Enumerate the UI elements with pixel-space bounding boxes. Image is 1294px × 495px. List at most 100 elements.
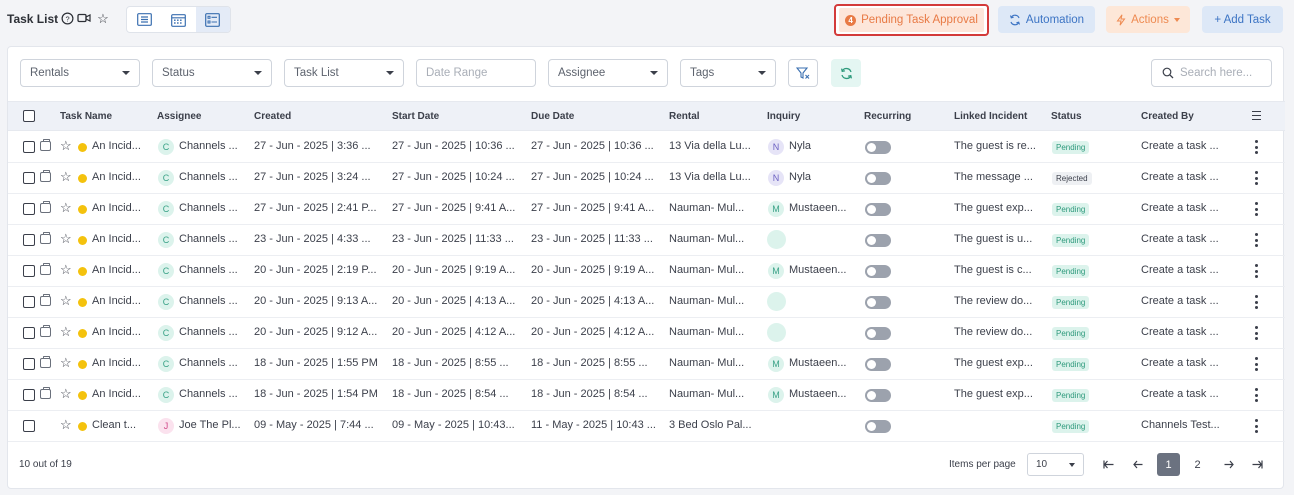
task-name[interactable]: An Incid... (92, 388, 150, 400)
recurring-toggle[interactable] (865, 234, 891, 247)
favorite-star-icon[interactable]: ☆ (60, 293, 72, 309)
previous-page-button[interactable] (1126, 453, 1149, 476)
select-all-checkbox[interactable] (23, 110, 35, 122)
table-row[interactable]: ☆ An Incid... C Channels ... 18 - Jun - 2025… (8, 380, 1285, 411)
recurring-toggle[interactable] (865, 420, 891, 433)
task-name[interactable]: An Incid... (92, 357, 150, 369)
column-due-date[interactable]: Due Date (531, 111, 574, 122)
table-row[interactable]: ☆ An Incid... C Channels ... 27 - Jun - 2025… (8, 163, 1285, 194)
inquiry-name[interactable]: Mustaeen... (789, 388, 851, 400)
actions-dropdown-button[interactable]: Actions (1106, 6, 1190, 33)
recurring-toggle[interactable] (865, 265, 891, 278)
date-range-input[interactable]: Date Range (416, 59, 536, 87)
assignee-filter[interactable]: Assignee (548, 59, 668, 87)
task-name[interactable]: An Incid... (92, 326, 150, 338)
favorite-star-icon[interactable]: ☆ (60, 138, 72, 154)
row-checkbox[interactable] (23, 327, 35, 339)
row-menu-icon[interactable] (1254, 202, 1258, 216)
list-view-icon[interactable] (127, 7, 161, 32)
task-name[interactable]: An Incid... (92, 171, 150, 183)
favorite-star-icon[interactable]: ☆ (60, 386, 72, 402)
column-status[interactable]: Status (1051, 111, 1082, 122)
favorite-star-icon[interactable]: ☆ (60, 262, 72, 278)
row-checkbox[interactable] (23, 234, 35, 246)
task-name[interactable]: An Incid... (92, 295, 150, 307)
items-per-page-select[interactable]: 10 (1027, 453, 1084, 476)
calendar-view-icon[interactable] (161, 7, 195, 32)
inquiry-name[interactable]: Nyla (789, 140, 851, 152)
task-name[interactable]: An Incid... (92, 233, 150, 245)
inquiry-name[interactable]: Mustaeen... (789, 202, 851, 214)
recurring-toggle[interactable] (865, 327, 891, 340)
favorite-star-icon[interactable]: ☆ (60, 355, 72, 371)
task-name[interactable]: An Incid... (92, 264, 150, 276)
column-menu-icon[interactable] (1252, 111, 1261, 120)
column-rental[interactable]: Rental (669, 111, 700, 122)
pending-task-approval-button[interactable]: 4 Pending Task Approval (834, 4, 989, 36)
table-row[interactable]: ☆ An Incid... C Channels ... 20 - Jun - 2025… (8, 287, 1285, 318)
recurring-toggle[interactable] (865, 172, 891, 185)
row-menu-icon[interactable] (1254, 388, 1258, 402)
task-name[interactable]: An Incid... (92, 202, 150, 214)
inquiry-name[interactable]: Mustaeen... (789, 264, 851, 276)
task-list-filter[interactable]: Task List (284, 59, 404, 87)
favorite-star-icon[interactable]: ☆ (60, 417, 72, 433)
help-icon[interactable]: ? (60, 12, 74, 26)
table-row[interactable]: ☆ An Incid... C Channels ... 23 - Jun - 2025… (8, 225, 1285, 256)
row-menu-icon[interactable] (1254, 357, 1258, 371)
row-checkbox[interactable] (23, 389, 35, 401)
recurring-toggle[interactable] (865, 358, 891, 371)
row-menu-icon[interactable] (1254, 171, 1258, 185)
row-checkbox[interactable] (23, 420, 35, 432)
column-task-name[interactable]: Task Name (60, 111, 112, 122)
column-start-date[interactable]: Start Date (392, 111, 439, 122)
refresh-button[interactable] (831, 59, 861, 87)
automation-button[interactable]: Automation (998, 6, 1095, 33)
page-2-button[interactable]: 2 (1186, 453, 1209, 476)
row-menu-icon[interactable] (1254, 140, 1258, 154)
inquiry-name[interactable]: Mustaeen... (789, 357, 851, 369)
recurring-toggle[interactable] (865, 296, 891, 309)
table-row[interactable]: ☆ An Incid... C Channels ... 20 - Jun - 2025… (8, 318, 1285, 349)
recurring-toggle[interactable] (865, 141, 891, 154)
inquiry-name[interactable]: Nyla (789, 171, 851, 183)
row-checkbox[interactable] (23, 358, 35, 370)
row-checkbox[interactable] (23, 172, 35, 184)
task-name[interactable]: Clean t... (92, 419, 150, 431)
recurring-toggle[interactable] (865, 389, 891, 402)
favorite-star-icon[interactable]: ☆ (60, 324, 72, 340)
clear-filter-button[interactable] (788, 59, 818, 87)
status-filter[interactable]: Status (152, 59, 272, 87)
row-checkbox[interactable] (23, 265, 35, 277)
column-linked-incident[interactable]: Linked Incident (954, 111, 1027, 122)
page-1-button[interactable]: 1 (1157, 453, 1180, 476)
column-created[interactable]: Created (254, 111, 291, 122)
rentals-filter[interactable]: Rentals (20, 59, 140, 87)
first-page-button[interactable] (1097, 453, 1120, 476)
row-menu-icon[interactable] (1254, 326, 1258, 340)
favorite-star-icon[interactable]: ☆ (60, 169, 72, 185)
tags-filter[interactable]: Tags (680, 59, 776, 87)
row-menu-icon[interactable] (1254, 295, 1258, 309)
table-row[interactable]: ☆ An Incid... C Channels ... 27 - Jun - 2025… (8, 194, 1285, 225)
column-recurring[interactable]: Recurring (864, 111, 911, 122)
recurring-toggle[interactable] (865, 203, 891, 216)
table-row[interactable]: ☆ An Incid... C Channels ... 20 - Jun - 2025… (8, 256, 1285, 287)
add-task-button[interactable]: + Add Task (1202, 6, 1283, 33)
table-row[interactable]: ☆ An Incid... C Channels ... 18 - Jun - 2025… (8, 349, 1285, 380)
column-inquiry[interactable]: Inquiry (767, 111, 800, 122)
favorite-star-icon[interactable]: ☆ (60, 231, 72, 247)
favorite-star-icon[interactable]: ☆ (60, 200, 72, 216)
search-input[interactable]: Search here... (1151, 59, 1272, 87)
row-checkbox[interactable] (23, 141, 35, 153)
favorite-star-icon[interactable]: ☆ (96, 12, 110, 26)
next-page-button[interactable] (1217, 453, 1240, 476)
row-menu-icon[interactable] (1254, 419, 1258, 433)
column-created-by[interactable]: Created By (1141, 111, 1194, 122)
row-menu-icon[interactable] (1254, 264, 1258, 278)
table-row[interactable]: ☆ Clean t... J Joe The Pl... 09 - May - 2025… (8, 411, 1285, 442)
video-icon[interactable] (77, 12, 91, 26)
checklist-view-icon[interactable] (195, 7, 230, 32)
last-page-button[interactable] (1246, 453, 1269, 476)
row-checkbox[interactable] (23, 296, 35, 308)
